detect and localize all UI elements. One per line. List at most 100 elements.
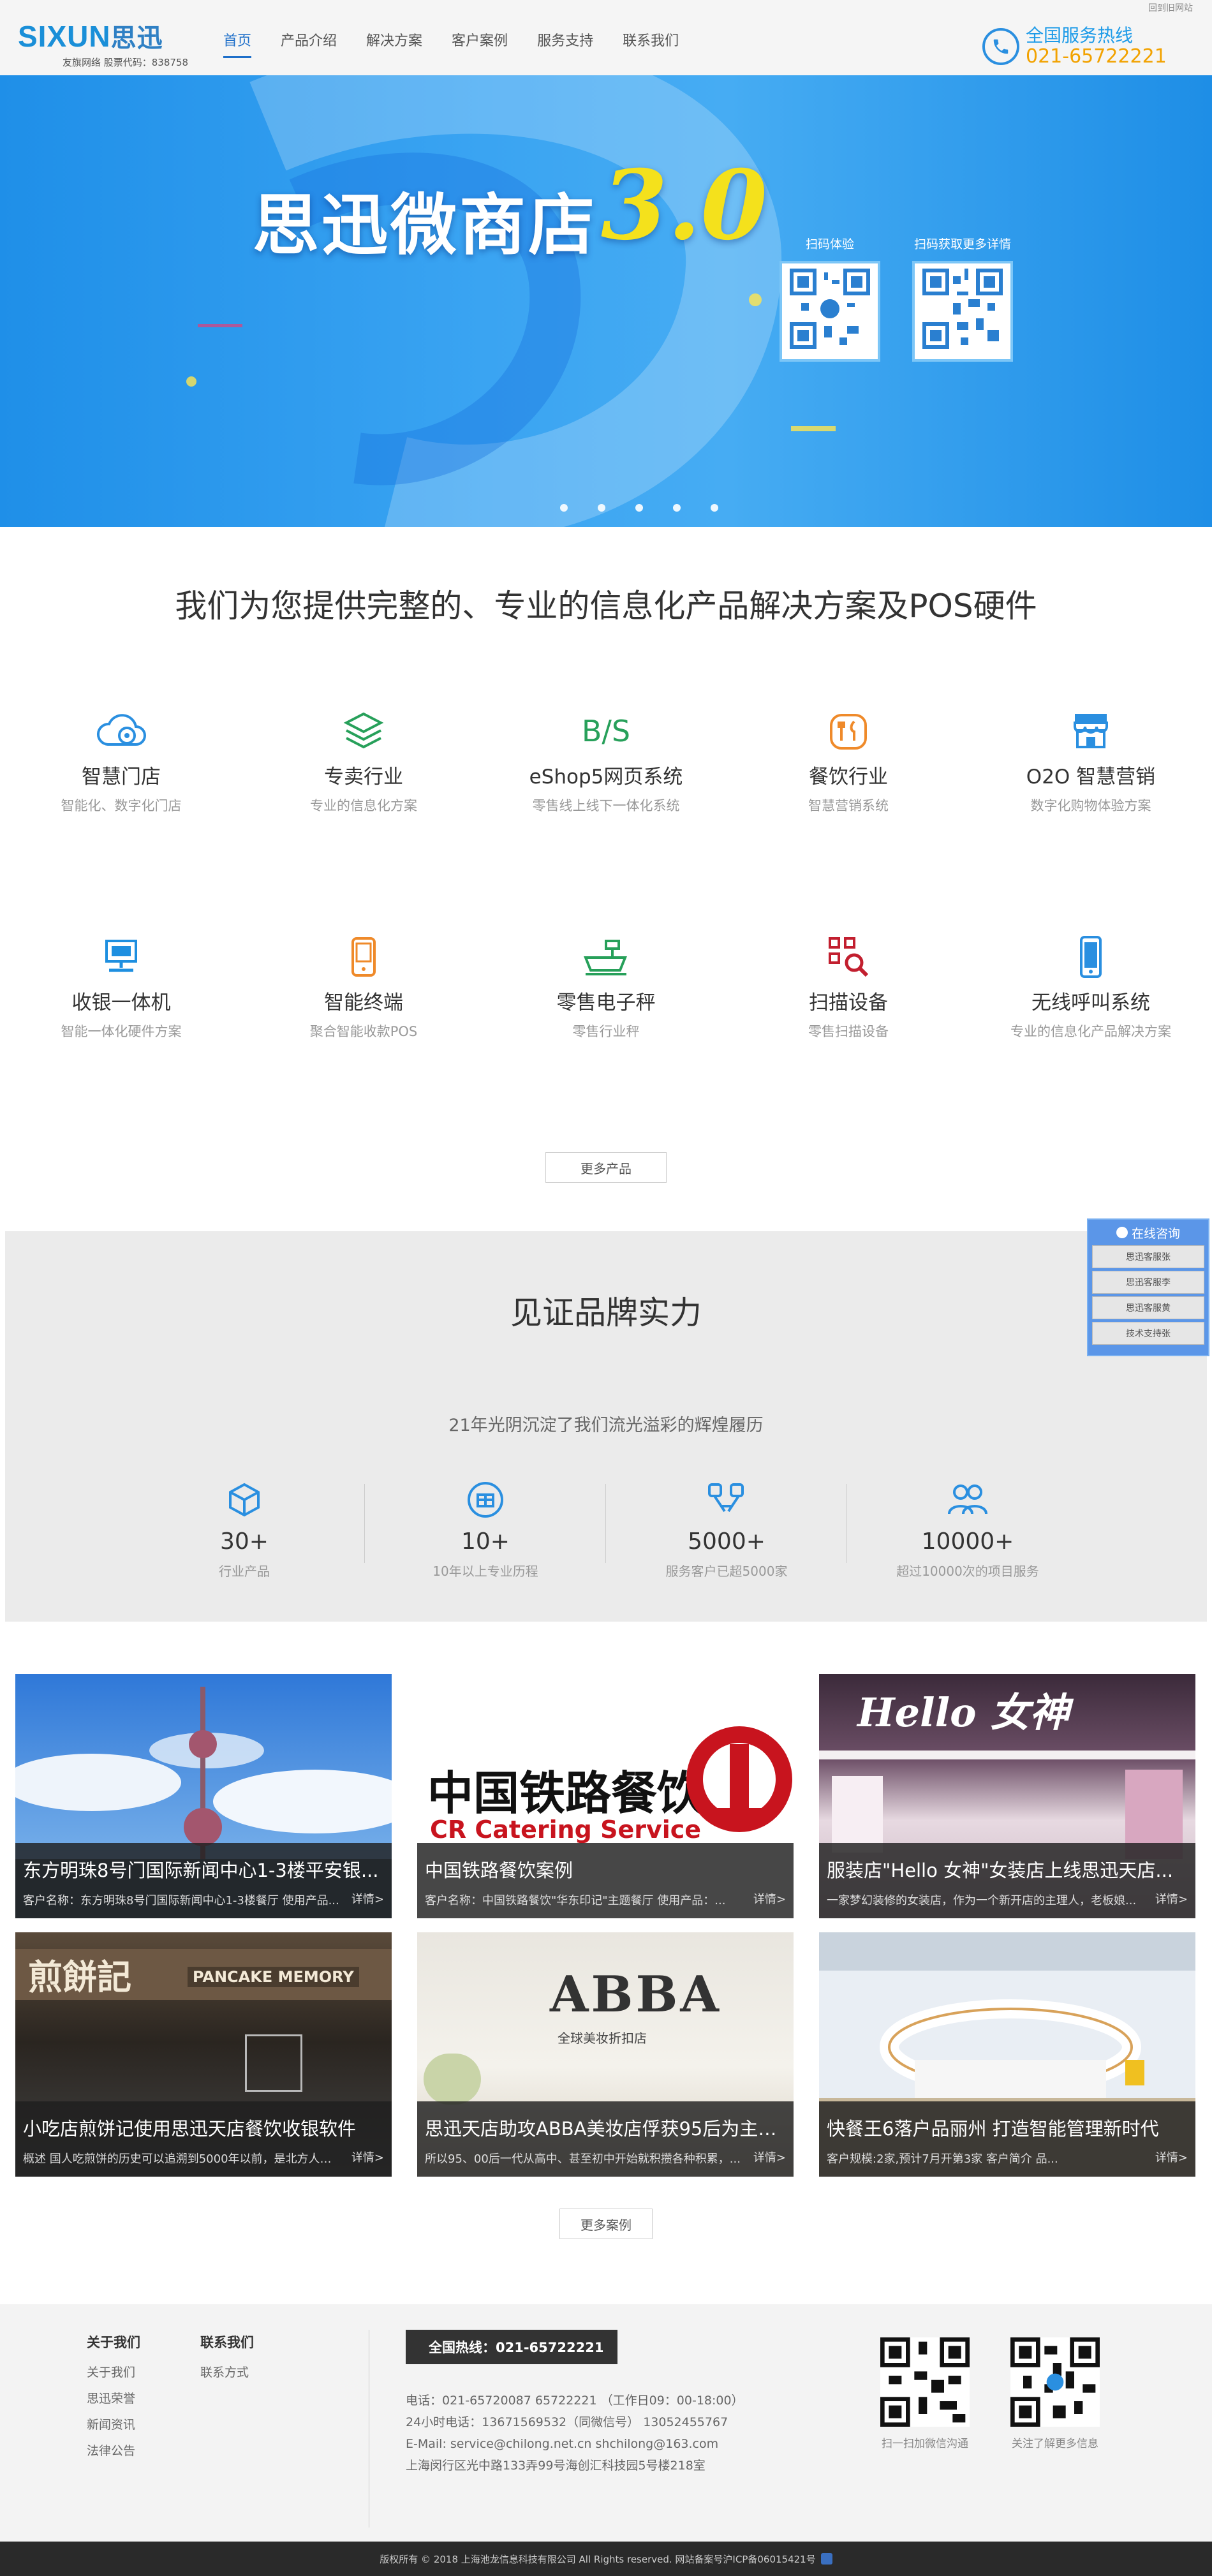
case-card[interactable]: 煎餅記 PANCAKE MEMORY 小吃店煎饼记使用思迅天店餐饮收银软件 概述… bbox=[15, 1932, 392, 2177]
case-card[interactable]: Hello 女神 服装店"Hello 女神"女装店上线思迅天店... 一家梦幻装… bbox=[819, 1674, 1195, 1918]
more-products-button[interactable]: 更多产品 bbox=[545, 1152, 667, 1183]
solution-desc: 零售线上线下一体化系统 bbox=[532, 798, 680, 813]
back-to-old-site-link[interactable]: 回到旧网站 bbox=[1148, 1, 1193, 14]
qr-more: 扫码获取更多详情 bbox=[912, 235, 1013, 362]
case-detail-link[interactable]: 详情> bbox=[753, 1890, 786, 1907]
solution-item-smart-store[interactable]: 智慧门店 智能化、数字化门店 bbox=[0, 706, 242, 815]
solution-name: O2O 智慧营销 bbox=[1026, 766, 1156, 788]
police-badge-icon bbox=[820, 2553, 832, 2565]
brand-title: 见证品牌实力 bbox=[510, 1294, 702, 1331]
case-caption: 中国铁路餐饮案例 客户名称：中国铁路餐饮"华东印记"主题餐厅 使用产品：... … bbox=[417, 1843, 794, 1918]
solution-item-o2o[interactable]: O2O 智慧营销 数字化购物体验方案 bbox=[970, 706, 1212, 815]
case-title: 思迅天店助攻ABBA美妆店俘获95后为主力... bbox=[425, 2118, 786, 2140]
logo-cn: 思迅 bbox=[110, 24, 163, 53]
nav-home[interactable]: 首页 bbox=[223, 29, 252, 58]
solution-item-catering[interactable]: 餐饮行业 智慧营销系统 bbox=[727, 706, 970, 815]
solution-item-smart-terminal[interactable]: 智能终端 聚合智能收款POS bbox=[242, 931, 485, 1040]
solution-desc: 专业的信息化方案 bbox=[310, 798, 417, 813]
store-icon bbox=[970, 706, 1212, 757]
hero-banner[interactable]: 思迅微商店 3.0 扫码体验 扫码获取更多详情 bbox=[0, 75, 1212, 527]
banner-dot-4[interactable] bbox=[673, 504, 681, 512]
banner-dot-5[interactable] bbox=[711, 504, 718, 512]
consult-item[interactable]: 思迅客服黄 bbox=[1092, 1296, 1204, 1319]
case-detail-link[interactable]: 详情> bbox=[351, 1890, 384, 1907]
solution-item-specialty[interactable]: 专卖行业 专业的信息化方案 bbox=[242, 706, 485, 815]
nav-solutions[interactable]: 解决方案 bbox=[366, 29, 422, 58]
footer-contact-info: 电话：021-65720087 65722221 （工作日09：00-18:00… bbox=[406, 2390, 744, 2476]
banner-dot-1[interactable] bbox=[560, 504, 568, 512]
consult-item[interactable]: 技术支持张 bbox=[1092, 1322, 1204, 1345]
case-card[interactable]: ABBA 全球美妆折扣店 思迅天店助攻ABBA美妆店俘获95后为主力... 所以… bbox=[417, 1932, 794, 2177]
footer-contact: 联系我们 联系方式 bbox=[200, 2332, 254, 2389]
footer-hotline: 全国热线：021-65722221 bbox=[406, 2330, 617, 2364]
case-detail-link[interactable]: 详情> bbox=[1155, 2149, 1188, 2165]
case-detail-link[interactable]: 详情> bbox=[351, 2149, 384, 2165]
stat-desc: 10年以上专业历程 bbox=[432, 1564, 538, 1579]
banner-dot-3[interactable] bbox=[635, 504, 643, 512]
logo-text: SIXUN bbox=[18, 20, 111, 53]
case-title: 东方明珠8号门国际新闻中心1-3楼平安银... bbox=[23, 1860, 379, 1881]
stat-products: 30+ 行业产品 bbox=[124, 1476, 365, 1580]
banner-title: 思迅微商店 bbox=[253, 186, 598, 264]
solution-name: eShop5网页系统 bbox=[529, 766, 683, 788]
case-card[interactable]: 快餐王6落户品丽州 打造智能管理新时代 客户规模:2家,预计7月开第3家 客户简… bbox=[819, 1932, 1195, 2177]
solution-item-wireless-call[interactable]: 无线呼叫系统 专业的信息化产品解决方案 bbox=[970, 931, 1212, 1040]
nav-cases[interactable]: 客户案例 bbox=[452, 29, 508, 58]
footer-link[interactable]: 新闻资讯 bbox=[87, 2415, 140, 2432]
hotline: 全国服务热线 021-65722221 bbox=[982, 26, 1167, 68]
footer-link[interactable]: 法律公告 bbox=[87, 2441, 140, 2459]
stat-value: 10000+ bbox=[921, 1529, 1014, 1555]
case-caption: 思迅天店助攻ABBA美妆店俘获95后为主力... 所以95、00后一代从高中、甚… bbox=[417, 2101, 794, 2177]
solution-item-pos-all-in-one[interactable]: 收银一体机 智能一体化硬件方案 bbox=[0, 931, 242, 1040]
case-card[interactable]: 中国铁路餐饮 CR Catering Service 中国铁路餐饮案例 客户名称… bbox=[417, 1674, 794, 1918]
consult-item[interactable]: 思迅客服张 bbox=[1092, 1245, 1204, 1268]
stat-desc: 服务客户已超5000家 bbox=[665, 1564, 788, 1579]
solution-item-eshop5[interactable]: B/S eShop5网页系统 零售线上线下一体化系统 bbox=[485, 706, 727, 815]
stat-desc: 行业产品 bbox=[219, 1564, 270, 1579]
case-caption: 小吃店煎饼记使用思迅天店餐饮收银软件 概述 国人吃煎饼的历史可以追溯到5000年… bbox=[15, 2101, 392, 2177]
stat-value: 5000+ bbox=[688, 1529, 765, 1555]
solutions-row-1: 智慧门店 智能化、数字化门店 专卖行业 专业的信息化方案 B/S eShop5网… bbox=[0, 706, 1212, 815]
banner-dot-2[interactable] bbox=[598, 504, 605, 512]
footer-info-line: E-Mail: service@chilong.net.cn shchilong… bbox=[406, 2437, 719, 2451]
case-detail-link[interactable]: 详情> bbox=[753, 2149, 786, 2165]
solution-desc: 智能一体化硬件方案 bbox=[61, 1024, 182, 1039]
nav-products[interactable]: 产品介绍 bbox=[281, 29, 337, 58]
logo[interactable]: SIXUN思迅 友旗网络 股票代码：838758 bbox=[18, 22, 188, 69]
bs-icon: B/S bbox=[581, 714, 631, 748]
case-detail-link[interactable]: 详情> bbox=[1155, 1890, 1188, 1907]
footer-qr-label: 扫一扫加微信沟通 bbox=[882, 2438, 968, 2450]
solution-desc: 专业的信息化产品解决方案 bbox=[1010, 1024, 1171, 1039]
handshake-icon bbox=[606, 1476, 847, 1523]
solution-name: 餐饮行业 bbox=[809, 766, 888, 788]
footer-qr-label: 关注了解更多信息 bbox=[1012, 2438, 1098, 2450]
online-consult-title: 在线咨询 bbox=[1131, 1226, 1180, 1241]
footer-link[interactable]: 关于我们 bbox=[87, 2363, 140, 2380]
solutions-title: 我们为您提供完整的、专业的信息化产品解决方案及POS硬件 bbox=[175, 588, 1037, 625]
site-footer: 关于我们 关于我们 思迅荣誉 新闻资讯 法律公告 联系我们 联系方式 全国热线：… bbox=[0, 2304, 1212, 2542]
solution-item-scale[interactable]: 零售电子秤 零售行业秤 bbox=[485, 931, 727, 1040]
case-desc: 一家梦幻装修的女装店，作为一个新开店的主理人，老板娘... bbox=[827, 1894, 1137, 1907]
solution-name: 智能终端 bbox=[324, 991, 403, 1014]
phone-icon bbox=[970, 931, 1212, 982]
case-desc: 客户名称：中国铁路餐饮"华东印记"主题餐厅 使用产品：... bbox=[425, 1894, 726, 1907]
main-nav: 首页 产品介绍 解决方案 客户案例 服务支持 联系我们 bbox=[223, 29, 708, 58]
users-icon bbox=[847, 1476, 1088, 1523]
more-cases-button[interactable]: 更多案例 bbox=[559, 2209, 653, 2239]
case-card[interactable]: 东方明珠8号门国际新闻中心1-3楼平安银... 客户名称：东方明珠8号门国际新闻… bbox=[15, 1674, 392, 1918]
nav-contact[interactable]: 联系我们 bbox=[623, 29, 679, 58]
case-caption: 东方明珠8号门国际新闻中心1-3楼平安银... 客户名称：东方明珠8号门国际新闻… bbox=[15, 1843, 392, 1918]
footer-info-line: 24小时电话：13671569532（同微信号） 13052455767 bbox=[406, 2415, 728, 2429]
solution-name: 专卖行业 bbox=[324, 766, 403, 788]
terminal-icon bbox=[242, 931, 485, 982]
solution-item-scanner[interactable]: 扫描设备 零售扫描设备 bbox=[727, 931, 970, 1040]
footer-link[interactable]: 思迅荣誉 bbox=[87, 2389, 140, 2406]
stat-desc: 超过10000次的项目服务 bbox=[896, 1564, 1039, 1579]
case-desc: 概述 国人吃煎饼的历史可以追溯到5000年以前，是北方人的... bbox=[23, 2152, 343, 2166]
stat-value: 30+ bbox=[220, 1529, 269, 1555]
qr-code-icon bbox=[880, 2337, 970, 2427]
solution-name: 智慧门店 bbox=[82, 766, 161, 788]
nav-support[interactable]: 服务支持 bbox=[537, 29, 593, 58]
consult-item[interactable]: 思迅客服李 bbox=[1092, 1271, 1204, 1294]
footer-link[interactable]: 联系方式 bbox=[200, 2363, 254, 2380]
